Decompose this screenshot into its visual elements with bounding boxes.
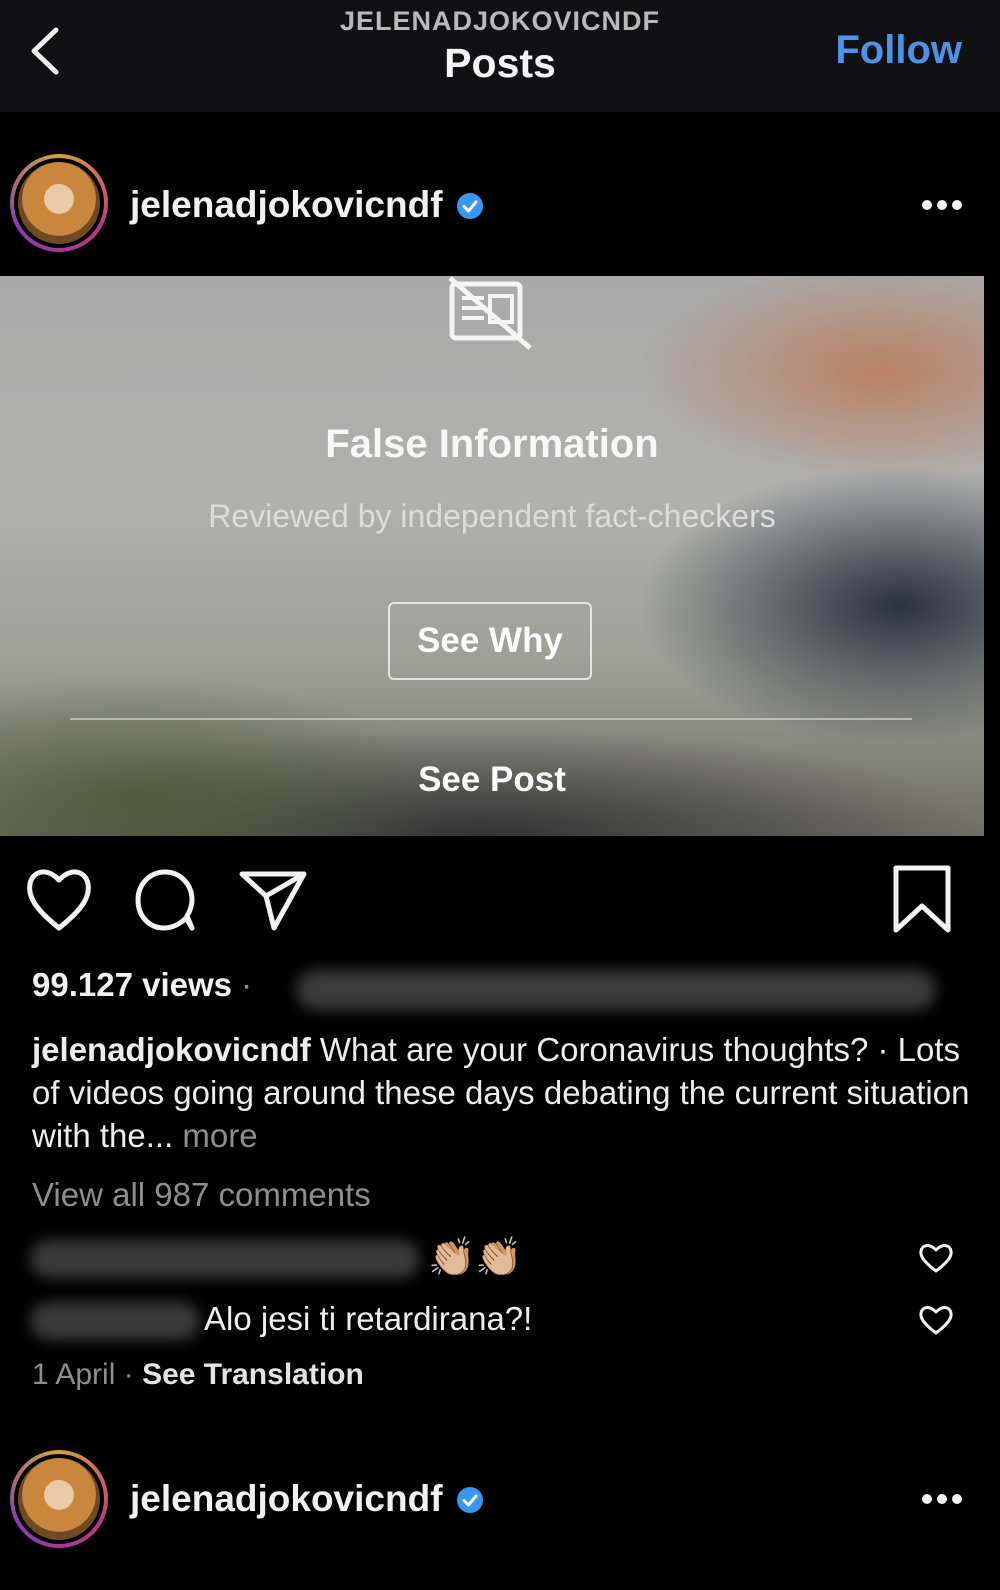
comment-clap-emoji: 👏🏼👏🏼 bbox=[428, 1237, 523, 1279]
meta-separator: · bbox=[115, 1358, 143, 1391]
blurred-comment-username bbox=[30, 1240, 420, 1278]
blurred-liked-by bbox=[296, 970, 936, 1010]
post-date: 1 April bbox=[32, 1358, 116, 1391]
post-action-bar bbox=[0, 862, 1000, 942]
false-information-title: False Information bbox=[325, 422, 659, 466]
verified-badge-icon bbox=[457, 193, 483, 219]
bookmark-icon[interactable] bbox=[890, 862, 954, 936]
comment-text: Alo jesi ti retardirana?! bbox=[204, 1300, 533, 1337]
avatar[interactable] bbox=[10, 1450, 108, 1548]
views-separator: · bbox=[241, 966, 253, 1003]
overlay-divider bbox=[70, 718, 912, 720]
view-all-comments-link[interactable]: View all 987 comments bbox=[32, 1176, 371, 1214]
blurred-comment-username bbox=[30, 1302, 200, 1340]
see-translation-link[interactable]: See Translation bbox=[142, 1358, 364, 1391]
top-header: JELENADJOKOVICNDF Posts Follow bbox=[0, 0, 1000, 112]
caption-more-link[interactable]: more bbox=[173, 1117, 257, 1154]
more-options-icon[interactable] bbox=[920, 198, 964, 212]
fact-checker-subtitle: Reviewed by independent fact-checkers bbox=[208, 498, 776, 534]
follow-button[interactable]: Follow bbox=[835, 28, 962, 73]
next-post-header: jelenadjokovicndf bbox=[0, 1448, 1000, 1558]
fact-check-icon bbox=[448, 276, 532, 350]
comment-like-heart-icon[interactable] bbox=[918, 1242, 954, 1274]
next-post-username[interactable]: jelenadjokovicndf bbox=[130, 1478, 443, 1520]
heart-icon[interactable] bbox=[24, 862, 94, 936]
avatar-photo bbox=[14, 1454, 104, 1544]
avatar-photo bbox=[14, 158, 104, 248]
post-header: jelenadjokovicndf bbox=[0, 150, 1000, 260]
views-label: 99.127 views bbox=[32, 966, 232, 1003]
comment-like-heart-icon[interactable] bbox=[918, 1304, 954, 1336]
views-count: 99.127 views · bbox=[32, 966, 252, 1004]
post-media-overlay: False Information Reviewed by independen… bbox=[0, 276, 984, 836]
avatar[interactable] bbox=[10, 154, 108, 252]
post-caption: jelenadjokovicndf What are your Coronavi… bbox=[32, 1028, 972, 1157]
comment-icon[interactable] bbox=[132, 862, 200, 936]
see-post-button[interactable]: See Post bbox=[0, 760, 984, 800]
verified-badge-icon bbox=[457, 1487, 483, 1513]
post-username[interactable]: jelenadjokovicndf bbox=[130, 184, 443, 226]
see-why-button[interactable]: See Why bbox=[388, 602, 592, 680]
share-icon[interactable] bbox=[236, 862, 310, 936]
more-options-icon[interactable] bbox=[920, 1492, 964, 1506]
caption-username[interactable]: jelenadjokovicndf bbox=[32, 1031, 311, 1068]
post-meta: 1 April · See Translation bbox=[32, 1358, 364, 1392]
